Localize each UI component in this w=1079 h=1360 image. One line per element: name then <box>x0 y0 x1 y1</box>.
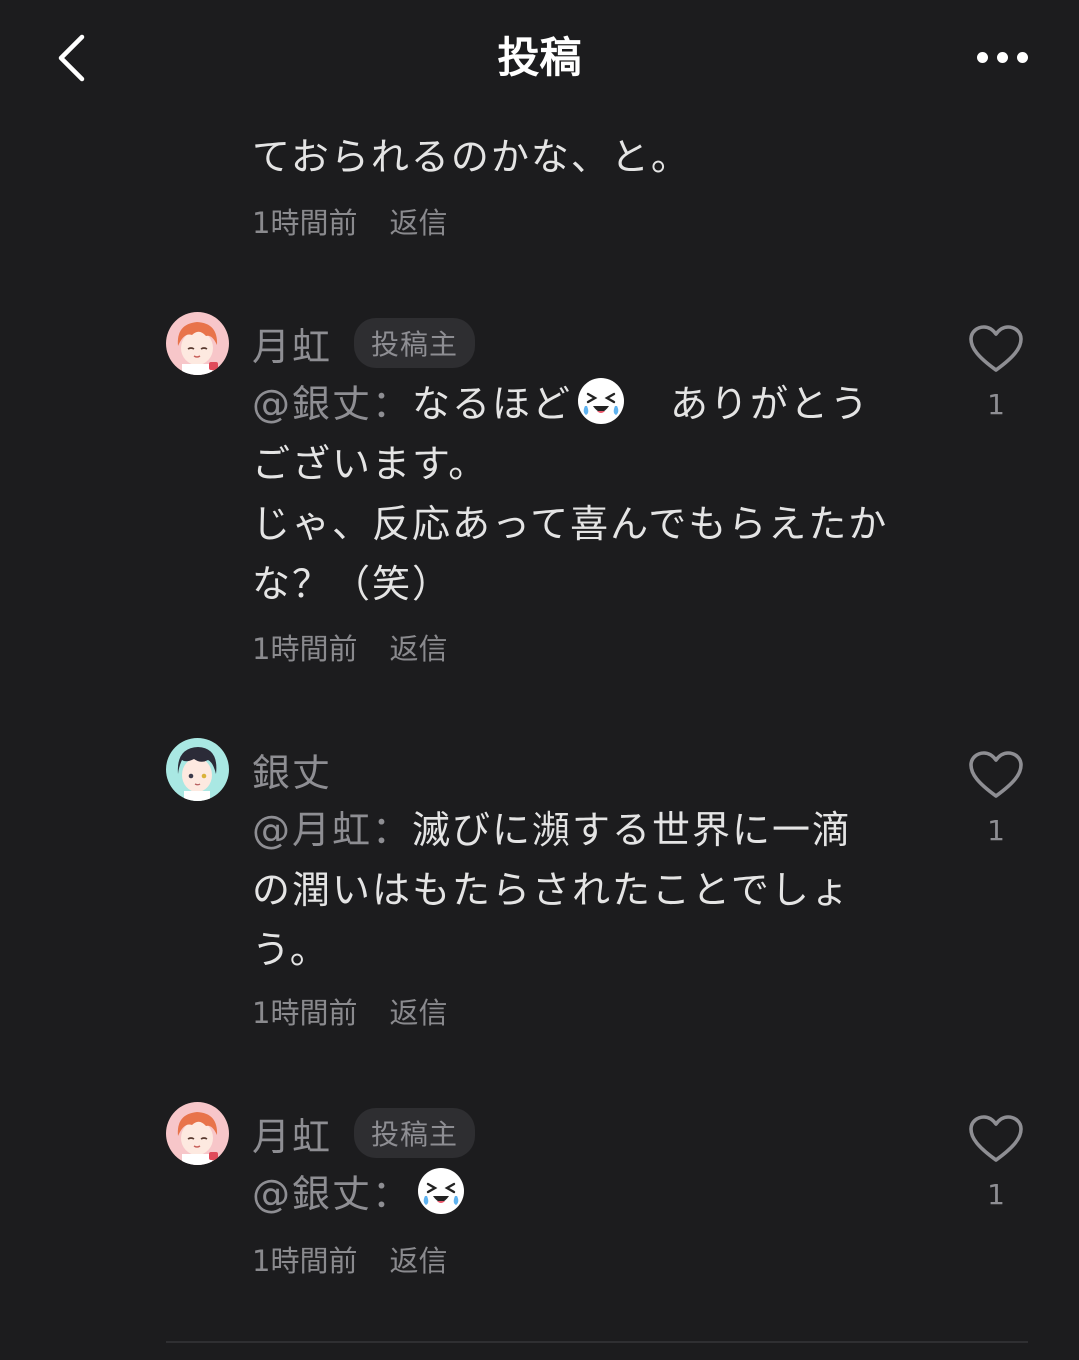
author-name[interactable]: 月虹 <box>252 1106 332 1161</box>
reply-button[interactable]: 返信 <box>389 626 447 668</box>
comment-text: @銀丈： <box>252 1164 892 1224</box>
comment-time: 1時間前 <box>252 1244 358 1278</box>
more-options-button[interactable] <box>967 34 1037 80</box>
avatar-orange-hair-icon <box>166 1102 229 1165</box>
reply-button[interactable]: 返信 <box>389 200 447 242</box>
avatar[interactable] <box>166 1102 229 1165</box>
comment-text: @銀丈：なるほど ありがとうございます。 じゃ、反応あって喜んでもらえたかな？（… <box>252 374 892 614</box>
more-dots-icon <box>976 51 988 63</box>
comment-text-part: なるほど <box>412 382 573 426</box>
page-title: 投稿 <box>497 33 582 82</box>
mention[interactable]: @銀丈 <box>252 1172 372 1216</box>
mention[interactable]: @銀丈 <box>252 382 372 426</box>
author-badge: 投稿主 <box>354 1108 476 1158</box>
like-button[interactable]: 1 <box>966 750 1026 847</box>
divider <box>166 1341 1028 1343</box>
chevron-left-icon <box>58 34 85 82</box>
reply-button[interactable]: 返信 <box>389 1238 447 1280</box>
heart-outline-icon <box>969 1115 1023 1162</box>
laughing-tears-emoji <box>418 1168 465 1214</box>
heart-outline-icon <box>969 325 1023 372</box>
back-button[interactable] <box>42 28 102 88</box>
comment-time: 1時間前 <box>252 996 358 1030</box>
comment-text-partial: ておられるのかな、と。 <box>252 135 691 179</box>
comment-meta: 1時間前 返信 <box>252 990 447 1032</box>
like-button[interactable]: 1 <box>966 324 1026 421</box>
comment-time: 1時間前 <box>252 206 358 240</box>
mention-separator: ： <box>372 808 413 852</box>
author-badge: 投稿主 <box>354 318 476 368</box>
like-count: 1 <box>987 814 1005 847</box>
avatar-dark-hair-icon <box>166 738 229 801</box>
comment-text: @月虹：滅びに瀕する世界に一滴の潤いはもたらされたことでしょう。 <box>252 800 892 980</box>
avatar-orange-hair-icon <box>166 312 229 375</box>
comment-meta: 1時間前 返信 <box>252 626 447 668</box>
avatar[interactable] <box>166 738 229 801</box>
mention-separator: ： <box>372 382 413 426</box>
mention[interactable]: @月虹 <box>252 808 372 852</box>
comment-time: 1時間前 <box>252 632 358 666</box>
author-name[interactable]: 銀丈 <box>252 742 332 797</box>
comment-header: 月虹 投稿主 <box>252 1106 476 1161</box>
more-dot <box>1016 51 1028 63</box>
avatar[interactable] <box>166 312 229 375</box>
author-name[interactable]: 月虹 <box>252 316 332 371</box>
comment-meta: 1時間前 返信 <box>252 200 447 242</box>
top-bar: 投稿 <box>0 0 1079 112</box>
comment-header: 銀丈 <box>252 742 332 797</box>
like-count: 1 <box>987 388 1005 421</box>
mention-separator: ： <box>372 1172 413 1216</box>
reply-button[interactable]: 返信 <box>389 990 447 1032</box>
heart-outline-icon <box>969 751 1023 798</box>
comment-header: 月虹 投稿主 <box>252 316 476 371</box>
like-count: 1 <box>987 1178 1005 1211</box>
like-button[interactable]: 1 <box>966 1114 1026 1211</box>
laughing-tears-emoji <box>578 378 625 424</box>
more-dot <box>996 51 1008 63</box>
comment-meta: 1時間前 返信 <box>252 1238 447 1280</box>
